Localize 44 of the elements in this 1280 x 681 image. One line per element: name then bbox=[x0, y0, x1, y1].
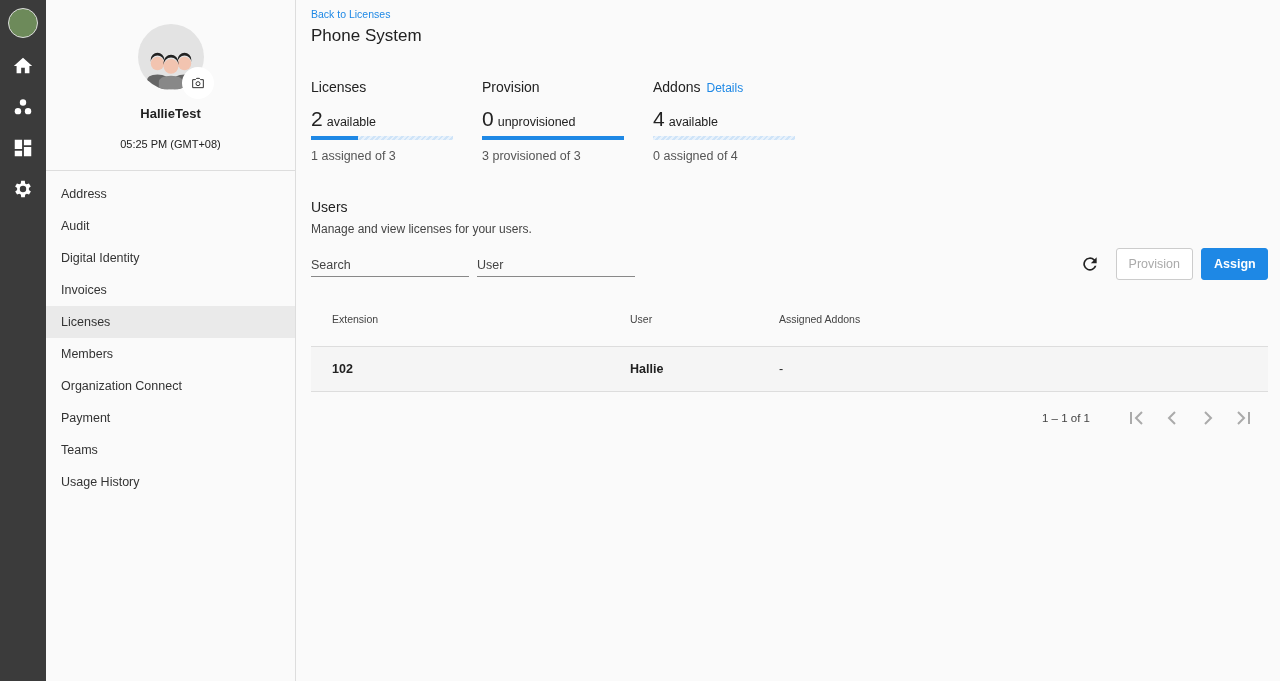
stat-caption: 3 provisioned of 3 bbox=[482, 149, 582, 163]
assign-button[interactable]: Assign bbox=[1201, 248, 1268, 280]
column-header: User bbox=[629, 292, 778, 347]
column-header: Assigned Addons bbox=[778, 292, 1268, 347]
sidebar-item[interactable]: Invoices bbox=[46, 274, 295, 306]
section-subtitle: Manage and view licenses for your users. bbox=[311, 222, 533, 236]
stat-unit: available bbox=[668, 115, 719, 129]
page-title: Phone System bbox=[311, 26, 423, 46]
sidebar-item[interactable]: Address bbox=[46, 178, 295, 210]
sidebar-item[interactable]: Digital Identity bbox=[46, 242, 295, 274]
sidebar-item[interactable]: Members bbox=[46, 338, 295, 370]
sidebar-item[interactable]: Audit bbox=[46, 210, 295, 242]
sidebar-item[interactable]: Teams bbox=[46, 434, 295, 466]
sidebar-item[interactable]: Organization Connect bbox=[46, 370, 295, 402]
details-link[interactable]: Details bbox=[706, 81, 744, 95]
stat-label: Addons bbox=[653, 79, 701, 95]
settings-icon[interactable] bbox=[12, 178, 34, 200]
table-cell: 102 bbox=[311, 346, 629, 392]
stat-label: Licenses bbox=[311, 79, 367, 95]
sidebar-item[interactable]: Licenses bbox=[46, 306, 295, 338]
user-avatar[interactable] bbox=[8, 8, 38, 38]
table-cell: - bbox=[778, 346, 1268, 392]
stat-label: Provision bbox=[482, 79, 540, 95]
stat-caption: 0 assigned of 4 bbox=[653, 149, 739, 163]
stat-caption: 1 assigned of 3 bbox=[311, 149, 397, 163]
sidebar-item[interactable]: Payment bbox=[46, 402, 295, 434]
dashboard-icon[interactable] bbox=[12, 137, 34, 159]
stat-unit: unprovisioned bbox=[497, 115, 576, 129]
column-header: Extension bbox=[311, 292, 629, 347]
back-link[interactable]: Back to Licenses bbox=[311, 8, 1268, 20]
table-cell: Hallie bbox=[629, 346, 778, 392]
section-title: Users bbox=[311, 199, 349, 215]
profile-name: HallieTest bbox=[140, 106, 201, 121]
local-time: 05:25 PM (GMT+08) bbox=[120, 138, 221, 150]
sidebar-item[interactable]: Usage History bbox=[46, 466, 295, 498]
stat-count: 2 bbox=[311, 107, 323, 131]
filter-field[interactable]: Search bbox=[311, 251, 469, 277]
stat-count: 4 bbox=[653, 107, 665, 131]
stat-unit: available bbox=[326, 115, 377, 129]
camera-icon bbox=[190, 75, 206, 91]
stat-count: 0 bbox=[482, 107, 494, 131]
camera-button[interactable] bbox=[182, 67, 214, 99]
page-range: 1 – 1 of 1 bbox=[1042, 412, 1090, 424]
filter-field[interactable]: User bbox=[477, 251, 635, 277]
